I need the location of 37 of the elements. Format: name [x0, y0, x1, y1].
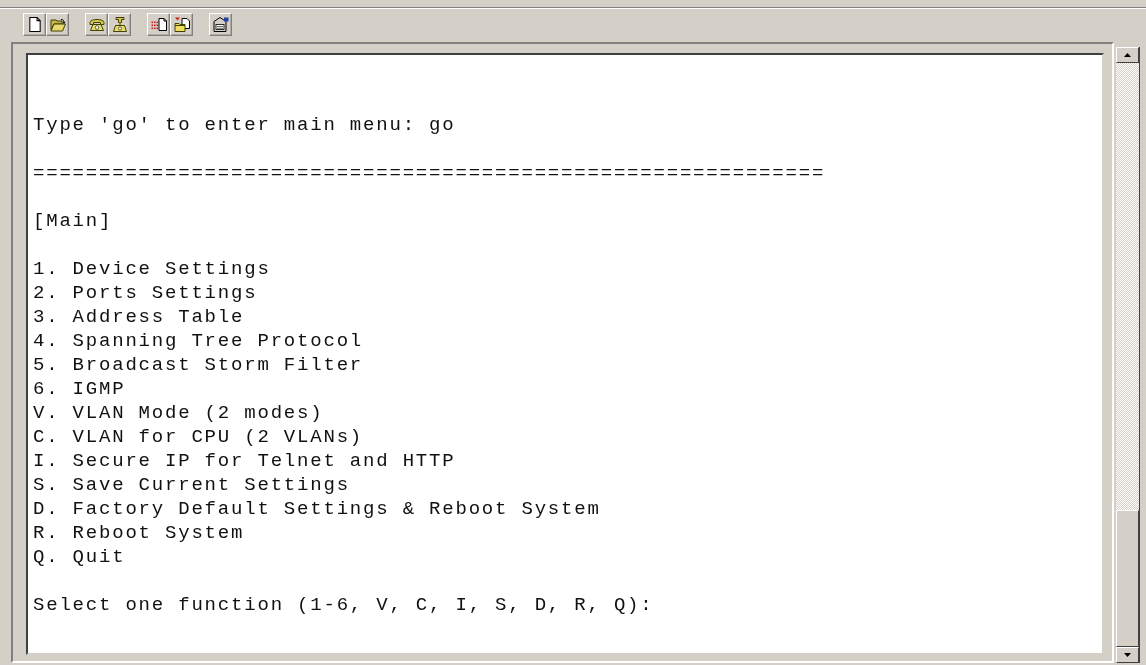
telephone-icon [88, 18, 105, 31]
terminal-line: V. VLAN Mode (2 modes) [33, 401, 324, 425]
properties-button[interactable] [209, 13, 232, 36]
dots-and-document-icon [150, 18, 167, 31]
folder-and-document-icon [173, 17, 190, 32]
new-button[interactable] [23, 13, 46, 36]
terminal-line: S. Save Current Settings [33, 473, 350, 497]
connect-button[interactable] [85, 13, 108, 36]
open-folder-icon [49, 17, 66, 32]
terminal-line: 6. IGMP [33, 377, 126, 401]
down-arrow-icon [1124, 653, 1131, 657]
scrollbar[interactable] [1116, 47, 1140, 663]
telephone-handset-icon [112, 17, 127, 32]
up-arrow-icon [1124, 53, 1131, 57]
send-button[interactable] [147, 13, 170, 36]
receive-button[interactable] [170, 13, 193, 36]
terminal-line: 2. Ports Settings [33, 281, 258, 305]
separator-text: ============================================================ [33, 161, 826, 185]
terminal-line: D. Factory Default Settings & Reboot System [33, 497, 601, 521]
prompt-text: Select one function (1-6, V, C, I, S, D, R, Q): [33, 593, 654, 617]
terminal-line: 5. Broadcast Storm Filter [33, 353, 364, 377]
terminal-line: I. Secure IP for Telnet and HTTP [33, 449, 456, 473]
properties-icon [212, 17, 229, 32]
scroll-down-button[interactable] [1116, 647, 1139, 663]
disconnect-button[interactable] [108, 13, 131, 36]
new-document-icon [28, 17, 41, 32]
terminal-line: 4. Spanning Tree Protocol [33, 329, 364, 353]
terminal-line: 1. Device Settings [33, 257, 271, 281]
heading-text: [Main] [33, 209, 113, 233]
open-button[interactable] [46, 13, 69, 36]
scroll-up-button[interactable] [1116, 47, 1139, 63]
terminal-line: Q. Quit [33, 545, 126, 569]
terminal-line: 3. Address Table [33, 305, 245, 329]
terminal-line: R. Reboot System [33, 521, 245, 545]
scrollbar-thumb[interactable] [1116, 510, 1139, 647]
terminal-line: C. VLAN for CPU (2 VLANs) [33, 425, 364, 449]
prompt-text: Type 'go' to enter main menu: go [33, 113, 456, 137]
